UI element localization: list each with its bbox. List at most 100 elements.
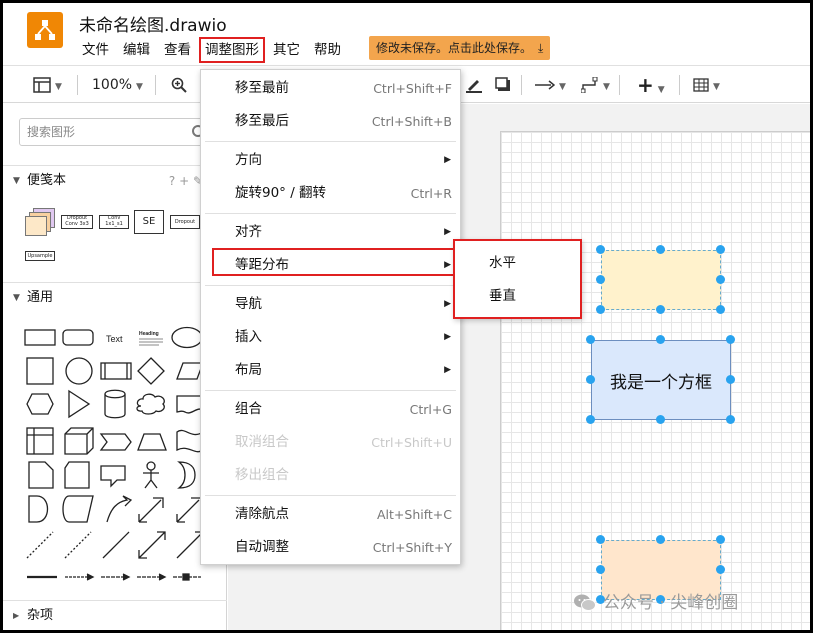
toolbar-divider: [77, 75, 78, 95]
menu-item-to-front[interactable]: 移至最前 Ctrl+Shift+F: [201, 72, 460, 105]
zoom-in-icon[interactable]: [171, 66, 187, 104]
page-view-button[interactable]: ▼: [33, 66, 62, 104]
menu-item-rotate-flip[interactable]: 旋转90° / 翻转 Ctrl+R: [201, 177, 460, 210]
menu-extras[interactable]: 其它: [268, 38, 305, 62]
selection-handle[interactable]: [586, 415, 595, 424]
collapse-triangle-icon: ▼: [13, 176, 20, 186]
table-icon[interactable]: ▼: [693, 66, 720, 104]
menu-edit[interactable]: 编辑: [118, 38, 155, 62]
menu-item-label: 清除航点: [235, 506, 289, 522]
scratchpad-item[interactable]: SE: [134, 210, 164, 234]
menu-item-label: 移出组合: [235, 467, 289, 483]
menu-file[interactable]: 文件: [77, 38, 114, 62]
waypoint-style-button[interactable]: ▼: [580, 66, 610, 104]
selection-handle[interactable]: [586, 375, 595, 384]
scratchpad-stack-shape[interactable]: [25, 208, 57, 236]
menu-item-shortcut: Ctrl+Shift+F: [373, 81, 452, 96]
selection-handle[interactable]: [596, 565, 605, 574]
menu-item-to-back[interactable]: 移至最后 Ctrl+Shift+B: [201, 105, 460, 138]
menu-item-layout[interactable]: 布局 ▶: [201, 354, 460, 387]
section-misc-label: 杂项: [27, 608, 54, 623]
menu-arrange[interactable]: 调整图形: [199, 37, 265, 63]
menu-item-group[interactable]: 组合 Ctrl+G: [201, 393, 460, 426]
selection-handle[interactable]: [596, 275, 605, 284]
collapse-triangle-icon: ▼: [13, 293, 20, 303]
expand-triangle-icon: ▶: [13, 611, 20, 620]
selection-handle[interactable]: [726, 415, 735, 424]
section-misc[interactable]: ▶ 杂项: [3, 600, 227, 630]
section-general[interactable]: ▼ 通用: [3, 282, 227, 312]
menu-divider: [205, 390, 456, 391]
drawio-logo-icon[interactable]: [27, 12, 63, 48]
menu-item-autosize[interactable]: 自动调整 Ctrl+Shift+Y: [201, 531, 460, 564]
selection-handle[interactable]: [596, 305, 605, 314]
page-view-icon: [33, 77, 51, 93]
document-title[interactable]: 未命名绘图.drawio: [79, 11, 227, 36]
submenu-arrow-icon: ▶: [444, 155, 451, 165]
selection-handle[interactable]: [656, 305, 665, 314]
menu-item-direction[interactable]: 方向 ▶: [201, 144, 460, 177]
selection-handle[interactable]: [726, 335, 735, 344]
app-window: 未命名绘图.drawio 文件 编辑 查看 调整图形 其它 帮助 修改未保存。点…: [3, 3, 810, 630]
selection-handle[interactable]: [656, 245, 665, 254]
selection-handle[interactable]: [716, 305, 725, 314]
menu-help[interactable]: 帮助: [309, 38, 346, 62]
selection-handle[interactable]: [716, 535, 725, 544]
scratchpad-item[interactable]: Upsample: [25, 251, 55, 261]
watermark-text: 公众号 · 尖峰创圈: [603, 593, 739, 613]
menu-item-label: 自动调整: [235, 539, 289, 555]
menu-view[interactable]: 查看: [159, 38, 196, 62]
menu-item-insert[interactable]: 插入 ▶: [201, 321, 460, 354]
menu-item-label: 移至最后: [235, 113, 289, 129]
selection-handle[interactable]: [656, 535, 665, 544]
scratchpad-item[interactable]: Conv 1x1_s1: [99, 215, 129, 229]
zoom-dropdown[interactable]: 100% ▼: [92, 66, 143, 104]
search-input[interactable]: [20, 119, 180, 145]
shadow-icon[interactable]: [495, 66, 511, 104]
arrange-menu: 移至最前 Ctrl+Shift+F 移至最后 Ctrl+Shift+B 方向 ▶…: [200, 69, 461, 565]
menu-item-label: 插入: [235, 329, 262, 345]
header: 未命名绘图.drawio 文件 编辑 查看 调整图形 其它 帮助 修改未保存。点…: [3, 3, 810, 63]
selection-handle[interactable]: [726, 375, 735, 384]
canvas-shape-yellow[interactable]: [601, 250, 721, 310]
toolbar-divider: [155, 75, 156, 95]
canvas-shape-blue[interactable]: 我是一个方框: [591, 340, 731, 420]
scratchpad-item[interactable]: Dropout: [170, 215, 200, 229]
selection-handle[interactable]: [586, 335, 595, 344]
selection-handle[interactable]: [596, 535, 605, 544]
menu-item-shortcut: Alt+Shift+C: [376, 507, 452, 522]
connection-style-button[interactable]: ▼: [535, 66, 566, 104]
scratchpad-tools[interactable]: ? + ✎: [169, 166, 203, 196]
selection-handle[interactable]: [656, 335, 665, 344]
scratchpad-item[interactable]: Dropout Conv 3x3: [61, 215, 93, 229]
menu-item-clear-waypoints[interactable]: 清除航点 Alt+Shift+C: [201, 498, 460, 531]
menu-item-navigation[interactable]: 导航 ▶: [201, 288, 460, 321]
shape-text: 我是一个方框: [610, 372, 712, 393]
menu-item-shortcut: Ctrl+Shift+U: [371, 435, 452, 450]
menu-divider: [205, 495, 456, 496]
submenu-arrow-icon: ▶: [444, 332, 451, 342]
section-scratchpad[interactable]: ▼ 便笺本 ? + ✎: [3, 165, 227, 195]
submenu-arrow-icon: ▶: [444, 365, 451, 375]
menubar: 文件 编辑 查看 调整图形 其它 帮助: [77, 37, 350, 63]
waypoint-icon: [580, 76, 598, 94]
selection-handle[interactable]: [716, 245, 725, 254]
submenu-item-horizontal[interactable]: 水平: [455, 247, 580, 280]
section-general-label: 通用: [27, 290, 54, 305]
selection-handle[interactable]: [716, 565, 725, 574]
selection-handle[interactable]: [716, 275, 725, 284]
pen-icon[interactable]: [465, 66, 483, 104]
selection-handle[interactable]: [656, 415, 665, 424]
section-scratchpad-label: 便笺本: [27, 173, 67, 188]
general-shapes-grid[interactable]: Text Heading: [21, 322, 211, 582]
toolbar-divider: [619, 75, 620, 95]
shape-sidebar: ▼ 便笺本 ? + ✎ Dropout Conv 3x3 Conv 1x1_s1…: [3, 104, 227, 630]
plus-icon[interactable]: + ▼: [637, 66, 665, 104]
save-notice-label: 修改未保存。点击此处保存。: [376, 41, 533, 55]
menu-divider: [205, 213, 456, 214]
save-notice-button[interactable]: 修改未保存。点击此处保存。 ⤓: [369, 36, 551, 60]
submenu-item-vertical[interactable]: 垂直: [455, 280, 580, 313]
menu-item-align[interactable]: 对齐 ▶: [201, 216, 460, 249]
selection-handle[interactable]: [596, 245, 605, 254]
distribute-submenu: 水平 垂直: [453, 239, 582, 319]
